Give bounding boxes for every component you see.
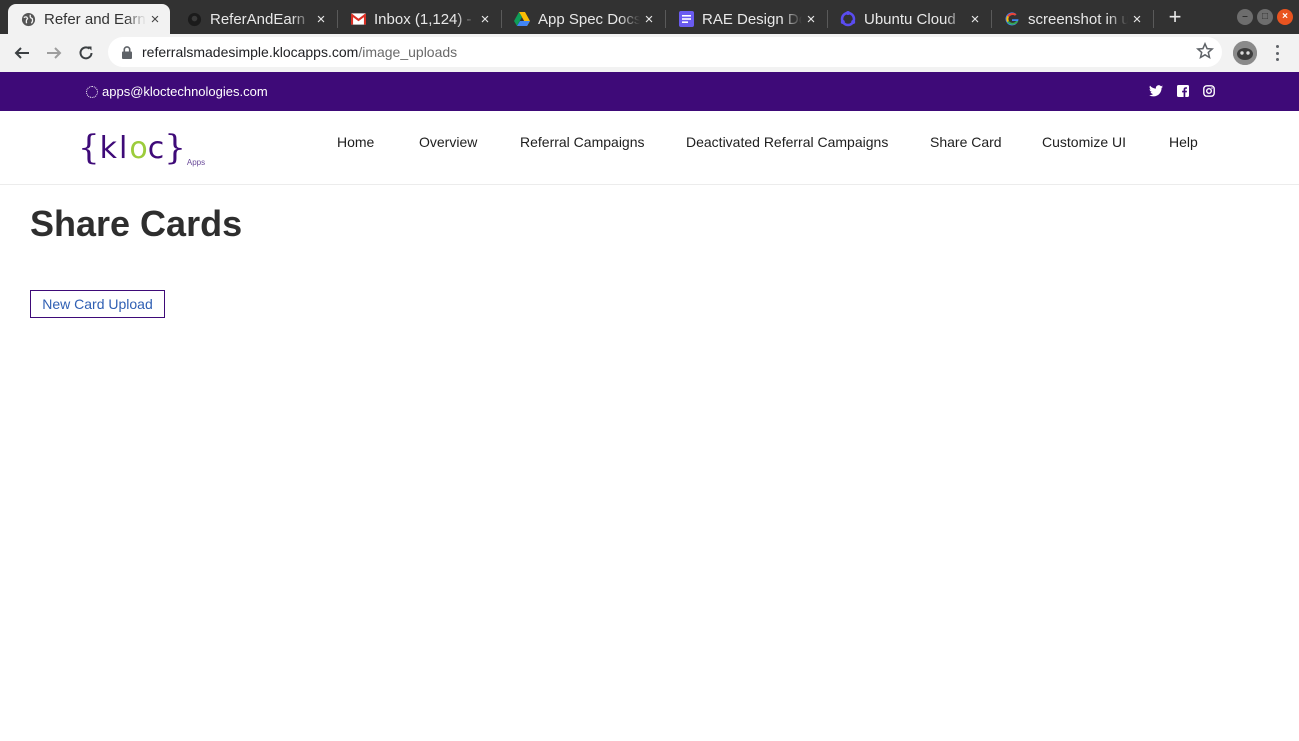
nav-item-help[interactable]: Help bbox=[1169, 134, 1198, 154]
forward-arrow-icon bbox=[47, 47, 62, 59]
maximize-window-button[interactable]: □ bbox=[1257, 9, 1273, 25]
address-bar[interactable]: referralsmadesimple.klocapps.com/image_u… bbox=[108, 37, 1222, 67]
browser-tab-inbox[interactable]: Inbox (1,124) - × bbox=[338, 4, 500, 34]
back-button[interactable] bbox=[10, 41, 34, 65]
logo-text-kl: kl bbox=[99, 130, 130, 166]
profile-avatar[interactable] bbox=[1233, 41, 1257, 65]
browser-tab-app-spec-docs[interactable]: App Spec Docs × bbox=[502, 4, 664, 34]
twitter-icon[interactable] bbox=[1149, 84, 1163, 98]
reload-button[interactable] bbox=[74, 41, 98, 65]
facebook-icon[interactable] bbox=[1176, 84, 1190, 98]
back-arrow-icon bbox=[14, 47, 29, 59]
tab-title: screenshot in u bbox=[1028, 10, 1128, 28]
logo-brace-open: { bbox=[78, 128, 100, 168]
nav-item-share-card[interactable]: Share Card bbox=[930, 134, 1002, 154]
tab-close-icon[interactable]: × bbox=[146, 11, 164, 28]
tab-title: App Spec Docs bbox=[538, 10, 640, 28]
globe-icon bbox=[20, 11, 36, 27]
tab-title: ReferAndEarn bbox=[210, 10, 306, 28]
tab-close-icon[interactable]: × bbox=[966, 11, 984, 28]
tab-title: Inbox (1,124) - bbox=[374, 10, 472, 28]
browser-menu-icon[interactable] bbox=[1270, 43, 1284, 63]
browser-tab-refer-and-earn[interactable]: Refer and Earn × bbox=[8, 4, 170, 34]
logo-sub-text: Apps bbox=[186, 158, 206, 167]
new-tab-button[interactable]: + bbox=[1165, 4, 1185, 30]
new-card-upload-button[interactable]: New Card Upload bbox=[30, 290, 165, 318]
nav-item-home[interactable]: Home bbox=[337, 134, 374, 154]
tab-close-icon[interactable]: × bbox=[640, 11, 658, 28]
gmail-icon bbox=[350, 11, 366, 27]
address-url: referralsmadesimple.klocapps.com/image_u… bbox=[142, 44, 457, 60]
browser-tab-referandearn[interactable]: ReferAndEarn × bbox=[174, 4, 336, 34]
contact-email[interactable]: apps@kloctechnologies.com bbox=[86, 84, 268, 99]
google-drive-icon bbox=[514, 11, 530, 27]
tab-close-icon[interactable]: × bbox=[802, 11, 820, 28]
nav-item-overview[interactable]: Overview bbox=[419, 134, 477, 154]
email-icon bbox=[86, 85, 98, 98]
browser-tab-ubuntu-cloud[interactable]: Ubuntu Cloud × bbox=[828, 4, 990, 34]
browser-tab-screenshot-search[interactable]: screenshot in u × bbox=[992, 4, 1152, 34]
google-docs-icon bbox=[678, 11, 694, 27]
tab-title: Refer and Earn bbox=[44, 10, 146, 28]
lock-icon bbox=[120, 44, 134, 60]
url-host: referralsmadesimple.klocapps.com bbox=[142, 44, 359, 60]
close-window-button[interactable]: × bbox=[1277, 9, 1293, 25]
browser-toolbar: referralsmadesimple.klocapps.com/image_u… bbox=[0, 34, 1299, 72]
nav-item-customize-ui[interactable]: Customize UI bbox=[1042, 134, 1126, 154]
bookmark-star-icon[interactable] bbox=[1195, 41, 1215, 60]
browser-tab-strip: Refer and Earn × ReferAndEarn × Inbox (1… bbox=[0, 0, 1299, 34]
nav-item-deactivated-referral-campaigns[interactable]: Deactivated Referral Campaigns bbox=[686, 134, 888, 154]
reload-icon bbox=[79, 46, 93, 60]
ubuntu-icon bbox=[840, 11, 856, 27]
github-icon bbox=[186, 11, 202, 27]
logo-text-o: o bbox=[129, 130, 148, 166]
nav-item-referral-campaigns[interactable]: Referral Campaigns bbox=[520, 134, 645, 154]
url-path: /image_uploads bbox=[358, 44, 458, 60]
site-topbar: apps@kloctechnologies.com bbox=[0, 72, 1299, 111]
tab-close-icon[interactable]: × bbox=[1128, 11, 1146, 28]
logo-brace-close: } bbox=[164, 128, 186, 168]
tab-title: Ubuntu Cloud bbox=[864, 10, 956, 28]
browser-tab-rae-design-docs[interactable]: RAE Design Do × bbox=[666, 4, 826, 34]
contact-email-text: apps@kloctechnologies.com bbox=[102, 84, 268, 99]
tab-close-icon[interactable]: × bbox=[312, 11, 330, 28]
minimize-window-button[interactable]: – bbox=[1237, 9, 1253, 25]
kloc-apps-logo[interactable]: { kl o c } Apps bbox=[78, 123, 205, 173]
instagram-icon[interactable] bbox=[1202, 84, 1216, 98]
tab-separator bbox=[1153, 10, 1154, 28]
logo-text-c: c bbox=[147, 130, 165, 166]
tab-close-icon[interactable]: × bbox=[476, 11, 494, 28]
tab-title: RAE Design Do bbox=[702, 10, 802, 28]
site-header: { kl o c } Apps Home Overview Referral C… bbox=[0, 111, 1299, 185]
forward-button[interactable] bbox=[42, 41, 66, 65]
page-title: Share Cards bbox=[30, 203, 243, 244]
google-icon bbox=[1004, 11, 1020, 27]
